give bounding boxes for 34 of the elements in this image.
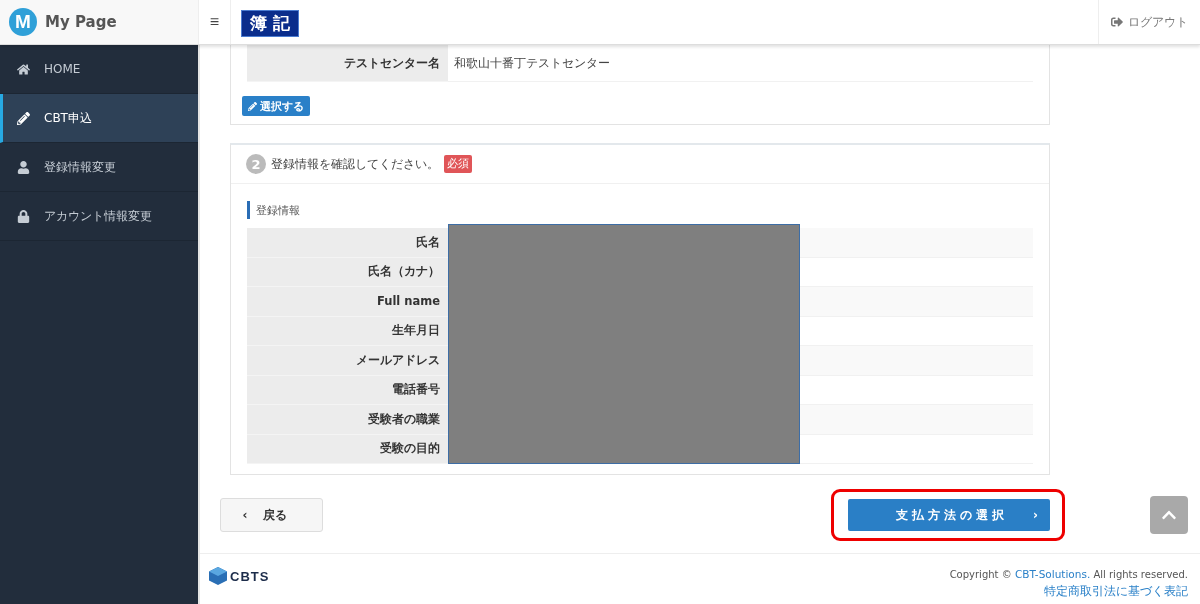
table-header-cell: Full name: [247, 287, 448, 317]
section-heading: 登録情報: [247, 201, 1033, 219]
user-icon: [17, 160, 30, 174]
legal-link[interactable]: 特定商取引法に基づく表記: [1044, 583, 1188, 600]
table-header-cell: テストセンター名: [247, 45, 448, 82]
required-badge: 必須: [444, 155, 472, 173]
company-logo-text: CBTS: [230, 568, 270, 584]
sidebar-item[interactable]: CBT申込: [0, 94, 198, 143]
menu-button[interactable]: ≡: [198, 0, 231, 44]
payment-method-button[interactable]: 支払方法の選択 ›: [848, 499, 1050, 531]
table-header-cell: 氏名: [247, 228, 448, 258]
back-button[interactable]: ‹ 戻る: [220, 498, 323, 532]
copyright-text: Copyright © CBT-Solutions. All rights reserved.: [949, 568, 1188, 580]
home-icon: [17, 62, 30, 76]
step-title: 登録情報を確認してください。: [271, 155, 439, 173]
table-header-cell: 受験の目的: [247, 434, 448, 464]
table-header-cell: 電話番号: [247, 375, 448, 405]
step-number: 2: [246, 154, 266, 174]
app-title: My Page: [45, 13, 117, 31]
cube-logo-icon: [208, 566, 228, 586]
company-link[interactable]: CBT-Solutions.: [1014, 568, 1091, 580]
lock-icon: [17, 209, 30, 223]
pencil-icon: [17, 111, 30, 125]
select-button[interactable]: 選択する: [242, 96, 310, 116]
subject-badge: 簿 記: [241, 10, 299, 37]
logout-icon: [1111, 16, 1123, 28]
pencil-icon: [248, 101, 257, 111]
table-header-cell: 氏名（カナ）: [247, 257, 448, 287]
scroll-top-button[interactable]: [1150, 496, 1188, 534]
logo-icon: M: [9, 8, 37, 36]
table-header-cell: 生年月日: [247, 316, 448, 346]
table-header-cell: 受験者の職業: [247, 405, 448, 435]
logout-link[interactable]: ログアウト: [1098, 0, 1200, 44]
table-header-cell: メールアドレス: [247, 346, 448, 376]
